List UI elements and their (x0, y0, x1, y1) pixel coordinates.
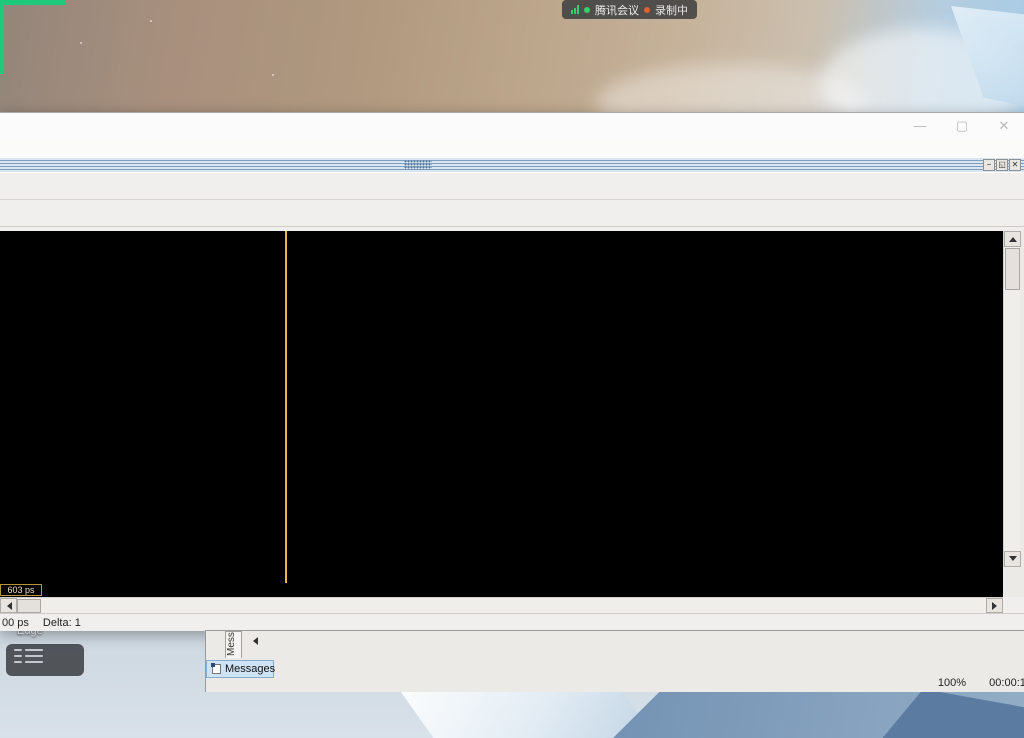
collapse-panel-button[interactable] (248, 635, 262, 646)
menubar (0, 139, 1024, 158)
wave-cursor[interactable] (285, 231, 287, 583)
scroll-left-button[interactable] (0, 598, 17, 613)
note-icon (212, 664, 221, 674)
screenshare-border-top (0, 0, 66, 5)
time-ruler[interactable] (0, 567, 1003, 583)
dock-grip[interactable] (404, 160, 432, 170)
toolbar-wave (0, 200, 1024, 227)
online-dot-icon (584, 7, 590, 13)
sparkle (80, 42, 82, 44)
scroll-down-button[interactable] (1004, 551, 1021, 567)
scroll-right-button[interactable] (986, 598, 1003, 613)
wave-canvas[interactable] (0, 231, 1003, 567)
maximize-button[interactable]: ▢ (948, 116, 976, 136)
status-delta: Delta: 1 (43, 617, 81, 629)
signal-bars-icon (571, 5, 579, 14)
status-time: 00 ps (2, 617, 29, 629)
dock-restore-button[interactable]: ◱ (996, 159, 1008, 171)
tab-messages[interactable]: Messages (206, 660, 274, 678)
tab-messages-label: Messages (225, 663, 275, 675)
horizontal-scroll-thumb[interactable] (17, 599, 41, 613)
widget-line (14, 661, 84, 663)
wallpaper-top (0, 0, 1024, 114)
desktop-widget[interactable] (6, 644, 84, 676)
meeting-indicator[interactable]: 腾讯会议 录制中 (562, 0, 697, 19)
close-button[interactable]: ✕ (990, 116, 1018, 136)
widget-line (14, 649, 84, 651)
dock-close-button[interactable]: ✕ (1009, 159, 1021, 171)
status-elapsed: 00:00:19 (989, 677, 1024, 689)
widget-line (14, 655, 84, 657)
waveform-plot (0, 231, 1003, 567)
cursor-time-label[interactable]: 603 ps (0, 584, 42, 596)
tab-messages-vertical[interactable]: Messages (225, 631, 242, 658)
toolbar-main (0, 172, 1024, 200)
minimize-button[interactable]: — (906, 116, 934, 136)
messages-statusbar: 100% 00:00:19 (206, 677, 1024, 692)
wave-vertical-scrollbar[interactable] (1003, 231, 1020, 567)
cursor-strip[interactable]: 603 ps (0, 583, 1003, 597)
desktop: 腾讯会议 录制中 Edge —▢✕ −◱✕ 603 ps (0, 0, 1024, 738)
time-ruler-ticks (0, 567, 1003, 583)
screenshare-border-left (0, 0, 4, 74)
dock-header[interactable]: −◱✕ (0, 158, 1024, 172)
wave-horizontal-scrollbar[interactable] (0, 597, 1003, 613)
scroll-up-button[interactable] (1004, 231, 1021, 247)
recording-dot-icon (644, 7, 650, 13)
vertical-scroll-thumb[interactable] (1005, 248, 1020, 290)
recording-label: 录制中 (655, 2, 688, 18)
messages-window: Messages Messages 100% 00:00:19 (205, 630, 1024, 692)
sparkle (272, 74, 274, 76)
statusbar: 00 ps Delta: 1 (0, 613, 1024, 631)
titlebar[interactable]: — ▢ ✕ (0, 113, 1024, 139)
dock-minimize-button[interactable]: − (983, 159, 995, 171)
sparkle (150, 20, 152, 22)
meeting-app-name: 腾讯会议 (595, 2, 639, 18)
status-percent: 100% (938, 677, 966, 689)
modelsim-wave-window: —▢✕ −◱✕ 603 ps 00 ps (0, 112, 1024, 630)
